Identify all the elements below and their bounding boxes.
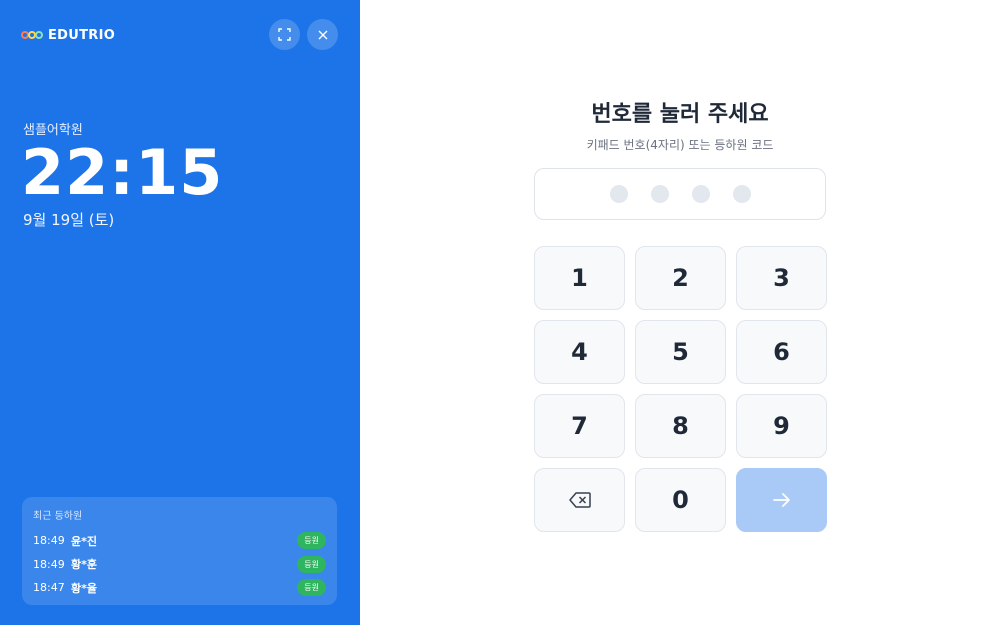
pin-dot [650, 185, 669, 203]
backspace-button[interactable] [534, 468, 625, 532]
key-1[interactable]: 1 [534, 246, 625, 310]
backspace-icon [568, 492, 591, 508]
brand: EDUTRIO [21, 26, 115, 44]
pin-dot [732, 185, 751, 203]
logo-icon [21, 31, 43, 39]
pin-dot [609, 185, 628, 203]
clock-date: 9월 19일 (토) [23, 211, 115, 229]
key-0[interactable]: 0 [635, 468, 726, 532]
recent-time: 18:49 [33, 557, 65, 571]
enter-button[interactable] [736, 468, 827, 532]
key-8[interactable]: 8 [635, 394, 726, 458]
fullscreen-button[interactable] [269, 19, 300, 50]
fullscreen-icon [278, 28, 291, 41]
arrow-right-icon [772, 493, 790, 507]
key-6[interactable]: 6 [736, 320, 827, 384]
status-badge: 등원 [297, 579, 326, 597]
recent-name: 황*훈 [71, 558, 97, 572]
right-panel: 번호를 눌러 주세요 키패드 번호(4자리) 또는 등하원 코드 1 2 3 4… [360, 0, 1000, 625]
recent-name: 윤*진 [71, 534, 97, 548]
keypad: 1 2 3 4 5 6 7 8 9 0 [534, 246, 827, 532]
left-panel: EDUTRIO 샘플어학원 22:15 9월 19일 (토) 최근 등하원 18… [0, 0, 360, 625]
clock-time: 22:15 [21, 136, 224, 209]
status-badge: 등원 [297, 555, 326, 573]
pin-dot [691, 185, 710, 203]
close-icon [318, 30, 327, 39]
key-7[interactable]: 7 [534, 394, 625, 458]
close-button[interactable] [307, 19, 338, 50]
key-9[interactable]: 9 [736, 394, 827, 458]
recent-title: 최근 등하원 [33, 511, 83, 522]
list-item: 18:49 윤*진 등원 [33, 529, 326, 553]
list-item: 18:49 황*훈 등원 [33, 553, 326, 577]
brand-name: EDUTRIO [48, 27, 116, 43]
list-item: 18:47 황*율 등원 [33, 576, 326, 600]
status-badge: 등원 [297, 532, 326, 550]
recent-name: 황*율 [71, 581, 97, 595]
key-4[interactable]: 4 [534, 320, 625, 384]
page-subtitle: 키패드 번호(4자리) 또는 등하원 코드 [586, 138, 774, 152]
key-5[interactable]: 5 [635, 320, 726, 384]
key-2[interactable]: 2 [635, 246, 726, 310]
app: EDUTRIO 샘플어학원 22:15 9월 19일 (토) 최근 등하원 18… [0, 0, 1000, 625]
recent-time: 18:49 [33, 534, 65, 548]
recent-time: 18:47 [33, 581, 65, 595]
recent-attendance: 최근 등하원 18:49 윤*진 등원 18:49 황*훈 등원 18:47 황… [22, 497, 337, 605]
key-3[interactable]: 3 [736, 246, 827, 310]
page-title: 번호를 눌러 주세요 [591, 102, 769, 127]
pin-display [534, 168, 826, 220]
